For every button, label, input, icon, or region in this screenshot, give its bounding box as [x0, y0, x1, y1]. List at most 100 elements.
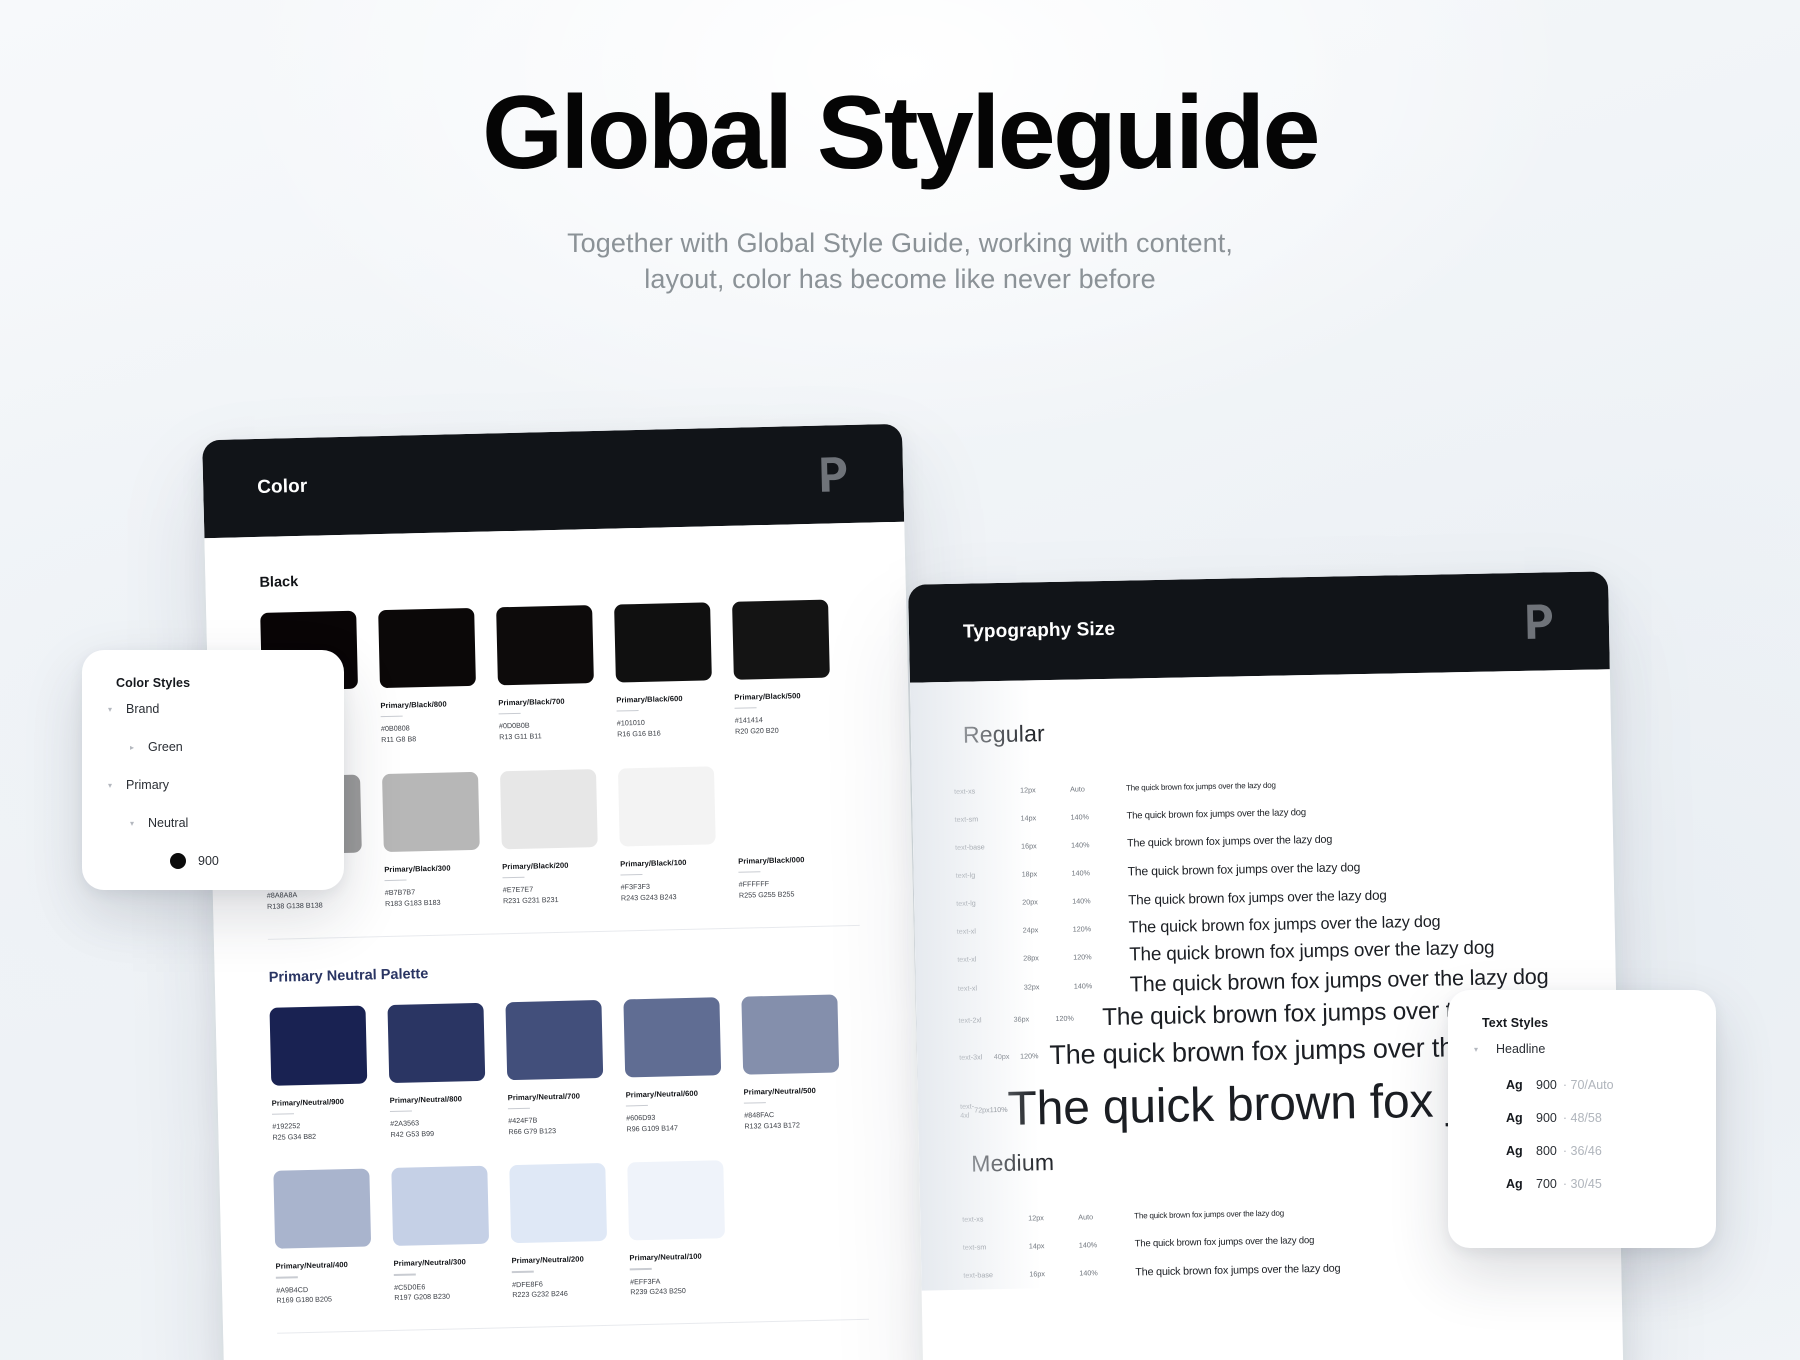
color-swatch[interactable]	[617, 766, 716, 847]
color-swatch[interactable]	[741, 993, 840, 1075]
typography-token: text-xl	[957, 983, 978, 993]
text-style-item[interactable]: Ag 900 · 48/58	[1448, 1101, 1716, 1134]
swatch-cell[interactable]: Primary/Neutral/700 #424F7B R66 G79 B123	[505, 999, 604, 1138]
typography-token: text-xs	[953, 785, 976, 796]
text-style-item[interactable]: Ag 800 · 36/46	[1448, 1134, 1716, 1167]
color-swatch[interactable]	[496, 605, 594, 686]
swatch-cell[interactable]: Primary/Black/100 #F3F3F3 R243 G243 B243	[617, 766, 717, 904]
swatch-cell[interactable]: Primary/Black/000 #FFFFFF R255 G255 B255	[735, 763, 835, 901]
typography-line-height: 120%	[1019, 1051, 1039, 1061]
color-styles-title: Color Styles	[116, 676, 191, 690]
swatch-cell[interactable]: Primary/Black/800 #0B0808 R11 G8 B8	[378, 607, 477, 746]
swatch-cell[interactable]: Primary/Neutral/500 #848FAC R132 G143 B172	[741, 993, 840, 1132]
swatch-cell[interactable]: Primary/Neutral/600 #606D93 R96 G109 B147	[623, 996, 722, 1135]
typography-size: 36px	[1013, 1014, 1030, 1025]
color-swatch[interactable]	[382, 771, 480, 852]
color-style-tree-item[interactable]: ▸ Green	[82, 728, 344, 766]
swatch-divider	[393, 1273, 416, 1276]
swatch-divider	[275, 1276, 298, 1279]
text-style-item[interactable]: Ag 700 · 30/45	[1448, 1167, 1716, 1200]
swatch-cell[interactable]: Primary/Black/700 #0D0B0B R13 G11 B11	[496, 605, 595, 743]
typography-size: 20px	[1022, 896, 1038, 907]
typography-token: text-lg	[955, 869, 976, 880]
typography-token: text-base	[963, 1270, 993, 1280]
swatch-cell[interactable]: Primary/Black/600 #101010 R16 G16 B16	[614, 602, 713, 740]
swatch-cell[interactable]: Primary/Black/300 #B7B7B7 R183 G183 B183	[382, 771, 481, 910]
color-swatch[interactable]	[505, 999, 604, 1080]
text-style-preview: Ag	[1506, 1176, 1523, 1191]
color-swatch[interactable]	[732, 599, 830, 680]
chevron-right-icon[interactable]: ▸	[126, 743, 138, 752]
color-swatch-dot[interactable]	[170, 853, 186, 869]
swatch-rgb: R231 G231 B231	[502, 894, 559, 906]
color-swatch[interactable]	[391, 1166, 490, 1247]
typography-line-height: 140%	[1071, 867, 1091, 878]
color-swatch[interactable]	[387, 1002, 486, 1083]
swatch-name: Primary/Black/100	[620, 857, 687, 869]
typography-line-height: 120%	[1073, 951, 1092, 962]
typography-size: 12px	[1019, 784, 1036, 795]
typography-size: 16px	[1021, 840, 1037, 851]
color-card-title: Color	[256, 475, 308, 498]
color-style-tree-item[interactable]: ▾ Primary	[82, 766, 344, 804]
swatch-cell[interactable]: Primary/Neutral/800 #2A3563 R42 G53 B99	[387, 1002, 486, 1140]
typography-line-height: 140%	[1078, 1240, 1098, 1250]
typography-size: 28px	[1023, 952, 1039, 963]
swatch-name: Primary/Black/300	[384, 863, 451, 874]
color-style-tree-item[interactable]: 900	[82, 842, 344, 880]
color-style-label: Neutral	[148, 816, 189, 830]
swatch-row: Primary/Neutral/900 #192252 R25 G34 B82 Pri…	[269, 993, 864, 1143]
swatch-divider	[625, 1104, 648, 1107]
typography-token: text-lg	[956, 897, 976, 908]
page-subtitle-line-1: Together with Global Style Guide, workin…	[567, 228, 1233, 259]
page-subtitle-line-2: layout, color has become like never befo…	[644, 264, 1156, 295]
chevron-down-icon[interactable]: ▾	[104, 705, 116, 714]
text-style-group-label: Headline	[1496, 1042, 1546, 1056]
color-swatch[interactable]	[614, 602, 712, 683]
text-style-item[interactable]: Ag 900 · 70/Auto	[1448, 1068, 1716, 1101]
swatch-divider	[271, 1112, 294, 1115]
color-style-tree-item[interactable]: ▾ Brand	[82, 690, 344, 728]
color-swatch[interactable]	[735, 763, 834, 844]
typography-sample-text: The quick brown fox jumps over the lazy …	[1128, 887, 1387, 908]
chevron-down-icon[interactable]: ▾	[1470, 1045, 1482, 1054]
swatch-cell[interactable]: Primary/Neutral/300 #C5D0E6 R197 G208 B230	[391, 1166, 490, 1304]
swatch-divider	[738, 870, 761, 873]
text-style-group-item[interactable]: ▾ Headline	[1448, 1030, 1716, 1068]
text-styles-title: Text Styles	[1482, 1016, 1549, 1030]
color-section-title: Success	[278, 1350, 870, 1360]
text-style-weight: 900	[1536, 1110, 1557, 1125]
swatch-name: Primary/Neutral/500	[743, 1085, 816, 1097]
typography-size: 14px	[1028, 1241, 1045, 1251]
typography-token: text-xl	[956, 925, 976, 936]
color-swatch[interactable]	[623, 996, 722, 1078]
color-swatch[interactable]	[627, 1160, 726, 1241]
swatch-divider	[380, 715, 403, 718]
pin-logo-icon	[1527, 604, 1553, 639]
color-style-tree-item[interactable]: ▾ Neutral	[82, 804, 344, 842]
swatch-divider	[620, 873, 643, 876]
swatch-cell[interactable]: Primary/Black/200 #E7E7E7 R231 G231 B231	[499, 768, 599, 907]
color-swatch[interactable]	[378, 607, 476, 689]
color-swatch[interactable]	[509, 1163, 608, 1244]
chevron-down-icon[interactable]: ▾	[126, 819, 138, 828]
color-swatch[interactable]	[499, 768, 598, 850]
color-swatch[interactable]	[269, 1005, 368, 1086]
color-styleguide-card: Color Black Primary/Black/900#090506R9 G5…	[202, 423, 925, 1360]
swatch-cell[interactable]: Primary/Neutral/100 #EFF3FA R239 G243 B250	[627, 1160, 726, 1299]
chevron-down-icon[interactable]: ▾	[104, 781, 116, 790]
color-card-header: Color	[202, 423, 905, 539]
color-swatch[interactable]	[273, 1168, 372, 1250]
typography-card-header: Typography Size	[908, 571, 1610, 683]
swatch-row: Primary/Neutral/400 #A9B4CD R169 G180 B205…	[273, 1157, 868, 1307]
typography-size: 24px	[1022, 924, 1039, 935]
swatch-cell[interactable]: Primary/Neutral/200 #DFE8F6 R223 G232 B246	[509, 1163, 608, 1301]
swatch-rgb: R66 G79 B123	[508, 1125, 557, 1136]
swatch-name: Primary/Neutral/200	[511, 1254, 584, 1266]
swatch-cell[interactable]: Primary/Neutral/900 #192252 R25 G34 B82	[269, 1005, 368, 1143]
swatch-divider	[629, 1268, 652, 1270]
swatch-name: Primary/Black/800	[380, 699, 447, 711]
swatch-cell[interactable]: Primary/Neutral/400 #A9B4CD R169 G180 B205	[273, 1168, 372, 1307]
swatch-divider	[743, 1101, 766, 1104]
swatch-cell[interactable]: Primary/Black/500 #141414 R20 G20 B20	[732, 599, 831, 738]
